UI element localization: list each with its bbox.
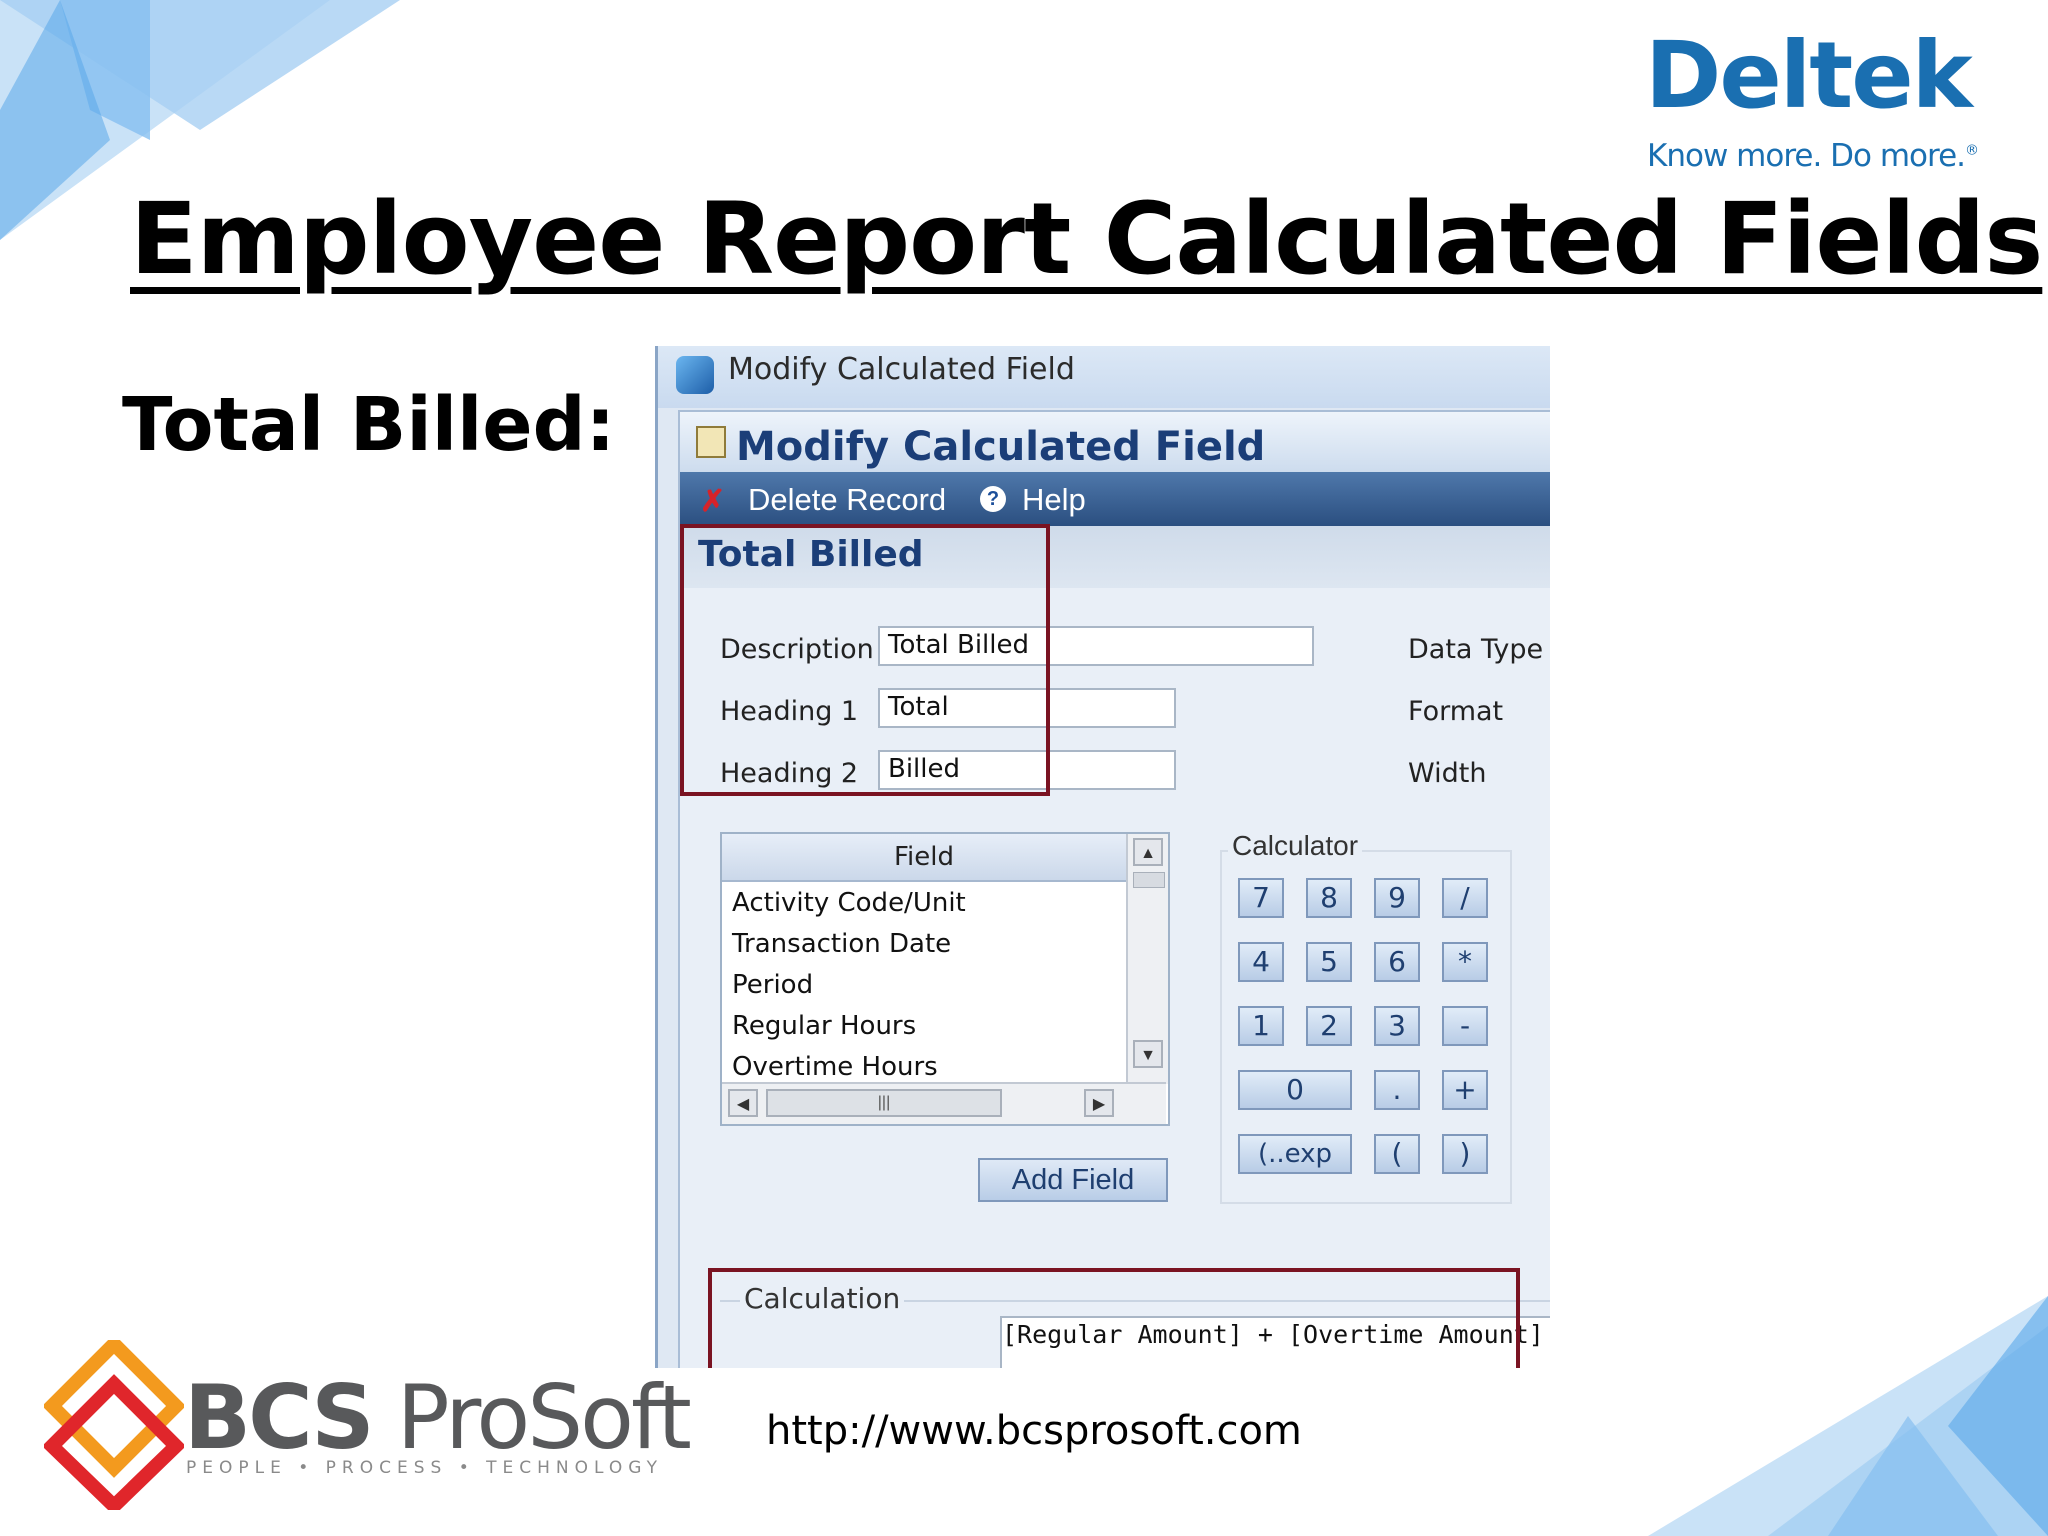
- list-item[interactable]: Period: [732, 970, 813, 1000]
- calc-key-6[interactable]: 6: [1374, 942, 1420, 982]
- page-title: Employee Report Calculated Fields: [130, 182, 2043, 297]
- calc-key-9[interactable]: 9: [1374, 878, 1420, 918]
- website-url[interactable]: http://www.bcsprosoft.com: [766, 1408, 1302, 1454]
- toolbar: ✗ Delete Record ? Help: [680, 472, 1550, 526]
- calc-key-3[interactable]: 3: [1374, 1006, 1420, 1046]
- deltek-tagline: Know more. Do more.®: [1647, 138, 1979, 174]
- window-title: Modify Calculated Field: [728, 352, 1075, 387]
- app-icon: [676, 356, 714, 394]
- calc-key-open-paren[interactable]: (: [1374, 1134, 1420, 1174]
- calc-key-minus[interactable]: -: [1442, 1006, 1488, 1046]
- scroll-up-icon[interactable]: ▲: [1133, 838, 1163, 866]
- data-type-label: Data Type: [1408, 634, 1544, 665]
- list-item[interactable]: Transaction Date: [732, 929, 951, 959]
- window-titlebar: Modify Calculated Field: [658, 346, 1550, 408]
- help-icon[interactable]: ?: [980, 486, 1006, 512]
- list-item[interactable]: Overtime Hours: [732, 1052, 938, 1080]
- highlight-box-fields: [680, 524, 1050, 796]
- form-panel: Modify Calculated Field ✗ Delete Record …: [678, 410, 1550, 1368]
- edit-note-icon: [696, 426, 726, 458]
- calc-key-8[interactable]: 8: [1306, 878, 1352, 918]
- panel-title: Modify Calculated Field: [736, 424, 1266, 470]
- list-item[interactable]: Regular Hours: [732, 1011, 916, 1041]
- calc-key-decimal[interactable]: .: [1374, 1070, 1420, 1110]
- vertical-scrollbar[interactable]: ▲ ▼: [1126, 834, 1168, 1084]
- calc-key-0[interactable]: 0: [1238, 1070, 1352, 1110]
- list-item[interactable]: Activity Code/Unit: [732, 888, 966, 918]
- calc-key-close-paren[interactable]: ): [1442, 1134, 1488, 1174]
- section-subtitle: Total Billed:: [122, 382, 616, 468]
- calc-key-2[interactable]: 2: [1306, 1006, 1352, 1046]
- bcs-prosoft-tagline: PEOPLE • PROCESS • TECHNOLOGY: [186, 1458, 663, 1478]
- corner-decoration-bottom-right: [1648, 1296, 2048, 1536]
- calc-key-7[interactable]: 7: [1238, 878, 1284, 918]
- calc-key-divide[interactable]: /: [1442, 878, 1488, 918]
- modify-calculated-field-window: Modify Calculated Field Modify Calculate…: [655, 346, 1550, 1368]
- calc-key-expression[interactable]: (..exp: [1238, 1134, 1352, 1174]
- scroll-thumb-horizontal[interactable]: |||: [766, 1089, 1002, 1117]
- highlight-box-calculation: [708, 1268, 1520, 1368]
- calc-key-1[interactable]: 1: [1238, 1006, 1284, 1046]
- scroll-down-icon[interactable]: ▼: [1133, 1040, 1163, 1068]
- calc-key-5[interactable]: 5: [1306, 942, 1352, 982]
- delete-record-button[interactable]: Delete Record: [748, 482, 946, 518]
- add-field-button[interactable]: Add Field: [978, 1158, 1168, 1202]
- panel-header: Modify Calculated Field: [680, 412, 1550, 472]
- delete-icon[interactable]: ✗: [700, 484, 725, 519]
- field-column-header[interactable]: Field: [722, 834, 1126, 882]
- calc-key-multiply[interactable]: *: [1442, 942, 1488, 982]
- calc-key-plus[interactable]: +: [1442, 1070, 1488, 1110]
- scroll-left-icon[interactable]: ◀: [728, 1089, 758, 1117]
- format-label: Format: [1408, 696, 1504, 727]
- bcs-prosoft-logo-icon: [44, 1340, 184, 1510]
- width-label: Width: [1408, 758, 1487, 789]
- calculator-label: Calculator: [1228, 830, 1363, 862]
- scroll-right-icon[interactable]: ▶: [1084, 1089, 1114, 1117]
- scroll-thumb[interactable]: [1133, 872, 1165, 888]
- bcs-prosoft-wordmark: BCS ProSoft: [184, 1366, 692, 1469]
- calc-key-4[interactable]: 4: [1238, 942, 1284, 982]
- deltek-logo: Deltek: [1645, 22, 1973, 129]
- list-item-clip: Overtime Hours: [722, 1052, 1126, 1080]
- help-button[interactable]: Help: [1022, 482, 1086, 518]
- horizontal-scrollbar[interactable]: ◀ ||| ▶: [722, 1082, 1166, 1124]
- field-list[interactable]: Field Activity Code/Unit Transaction Dat…: [720, 832, 1170, 1126]
